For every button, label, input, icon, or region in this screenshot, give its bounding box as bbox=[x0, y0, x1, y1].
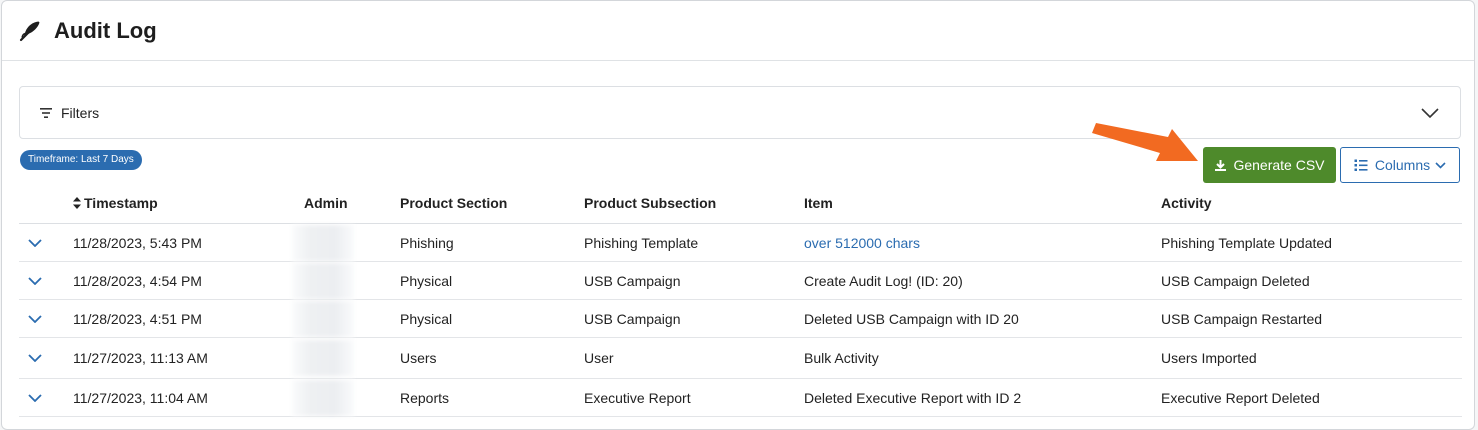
cell-item: Deleted USB Campaign with ID 20 bbox=[804, 299, 1161, 338]
table-row: 11/28/2023, 4:51 PM Physical USB Campaig… bbox=[19, 299, 1462, 338]
column-header-item: Item bbox=[804, 183, 1161, 224]
cell-section: Physical bbox=[400, 261, 584, 300]
cell-section: Reports bbox=[400, 378, 584, 417]
filters-panel[interactable]: Filters bbox=[19, 86, 1461, 139]
cell-timestamp: 11/27/2023, 11:04 AM bbox=[73, 378, 304, 417]
cell-admin bbox=[292, 299, 400, 338]
expand-row-chevron-icon[interactable] bbox=[20, 354, 50, 362]
pointer-arrow-icon bbox=[1092, 123, 1198, 161]
chevron-down-icon bbox=[1435, 161, 1446, 169]
column-header-label: Timestamp bbox=[84, 194, 158, 211]
table-row: 11/27/2023, 11:04 AM Reports Executive R… bbox=[19, 378, 1462, 417]
table-row: 11/27/2023, 11:13 AM Users User Bulk Act… bbox=[19, 337, 1462, 379]
cell-subsection: USB Campaign bbox=[584, 261, 804, 300]
cell-admin bbox=[292, 223, 400, 262]
cell-subsection: Phishing Template bbox=[584, 223, 804, 262]
cell-subsection: USB Campaign bbox=[584, 299, 804, 338]
expand-row-chevron-icon[interactable] bbox=[20, 238, 50, 247]
cell-timestamp: 11/27/2023, 11:13 AM bbox=[73, 337, 304, 379]
cell-section: Physical bbox=[400, 299, 584, 338]
cell-timestamp: 11/28/2023, 4:51 PM bbox=[73, 299, 304, 338]
redacted-admin bbox=[292, 379, 354, 416]
cell-activity: Executive Report Deleted bbox=[1161, 378, 1462, 417]
expand-row-chevron-icon[interactable] bbox=[20, 393, 50, 402]
expand-row-chevron-icon[interactable] bbox=[20, 276, 50, 285]
columns-list-icon bbox=[1354, 159, 1368, 172]
cell-item: Bulk Activity bbox=[804, 337, 1161, 379]
cell-timestamp: 11/28/2023, 5:43 PM bbox=[73, 223, 304, 262]
expand-column-header bbox=[19, 183, 73, 224]
cell-activity: Phishing Template Updated bbox=[1161, 223, 1462, 262]
chevron-down-icon[interactable] bbox=[1420, 103, 1440, 123]
cell-admin bbox=[292, 378, 400, 417]
page-header: Audit Log bbox=[2, 1, 1474, 61]
column-header-admin: Admin bbox=[304, 183, 400, 224]
sort-icon[interactable] bbox=[73, 196, 81, 212]
cell-activity: Users Imported bbox=[1161, 337, 1462, 379]
cell-item: Create Audit Log! (ID: 20) bbox=[804, 261, 1161, 300]
cell-timestamp: 11/28/2023, 4:54 PM bbox=[73, 261, 304, 300]
cell-activity: USB Campaign Restarted bbox=[1161, 299, 1462, 338]
cell-subsection: User bbox=[584, 337, 804, 379]
timeframe-badge: Timeframe: Last 7 Days bbox=[20, 150, 142, 170]
cell-item-link[interactable]: over 512000 chars bbox=[804, 223, 1161, 262]
cell-item: Deleted Executive Report with ID 2 bbox=[804, 378, 1161, 417]
cell-admin bbox=[292, 337, 400, 379]
column-header-product-section: Product Section bbox=[400, 183, 584, 224]
expand-row-chevron-icon[interactable] bbox=[20, 314, 50, 323]
cell-subsection: Executive Report bbox=[584, 378, 804, 417]
audit-log-table: Timestamp Admin Product Section Product … bbox=[19, 183, 1462, 417]
columns-button[interactable]: Columns bbox=[1340, 147, 1460, 183]
cell-section: Phishing bbox=[400, 223, 584, 262]
table-header-row: Timestamp Admin Product Section Product … bbox=[19, 183, 1462, 224]
column-header-product-subsection: Product Subsection bbox=[584, 183, 804, 224]
column-header-activity: Activity bbox=[1161, 183, 1462, 224]
redacted-admin bbox=[292, 340, 354, 376]
columns-label: Columns bbox=[1374, 157, 1431, 173]
table-row: 11/28/2023, 5:43 PM Phishing Phishing Te… bbox=[19, 223, 1462, 262]
cell-activity: USB Campaign Deleted bbox=[1161, 261, 1462, 300]
cell-section: Users bbox=[400, 337, 584, 379]
filters-label: Filters bbox=[61, 104, 100, 121]
download-icon bbox=[1214, 159, 1227, 172]
page-title: Audit Log bbox=[54, 17, 157, 43]
cell-admin bbox=[292, 261, 400, 300]
feather-pen-icon bbox=[18, 19, 42, 43]
redacted-admin bbox=[292, 262, 354, 299]
audit-log-panel: Audit Log Filters Timeframe: Last 7 Days bbox=[1, 0, 1475, 430]
filter-lines-icon bbox=[39, 106, 53, 120]
table-row: 11/28/2023, 4:54 PM Physical USB Campaig… bbox=[19, 261, 1462, 300]
generate-csv-label: Generate CSV bbox=[1233, 157, 1325, 173]
redacted-admin bbox=[292, 300, 354, 337]
redacted-admin bbox=[292, 224, 354, 261]
column-header-timestamp[interactable]: Timestamp bbox=[73, 183, 304, 224]
generate-csv-button[interactable]: Generate CSV bbox=[1203, 147, 1336, 183]
